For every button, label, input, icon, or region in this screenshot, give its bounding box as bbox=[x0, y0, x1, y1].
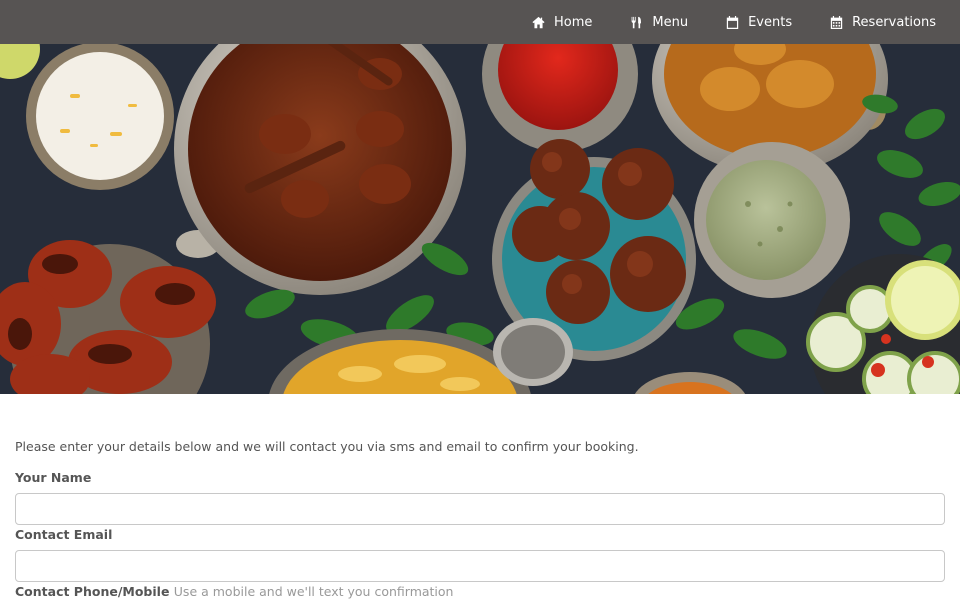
nav-menu-label: Menu bbox=[652, 14, 689, 30]
nav-home[interactable]: Home bbox=[532, 15, 592, 30]
home-icon bbox=[532, 16, 545, 28]
name-label: Your Name bbox=[15, 470, 92, 485]
hero-food-banner bbox=[0, 44, 960, 394]
hero-food-illustration bbox=[0, 44, 960, 394]
email-label: Contact Email bbox=[15, 527, 113, 542]
nav-events[interactable]: Events bbox=[726, 15, 792, 30]
utensils-icon bbox=[632, 16, 642, 28]
email-input[interactable] bbox=[15, 550, 945, 582]
name-input[interactable] bbox=[15, 493, 945, 525]
phone-label: Contact Phone/Mobile bbox=[15, 584, 170, 599]
phone-hint: Use a mobile and we'll text you confirma… bbox=[173, 584, 454, 599]
nav-reservations[interactable]: Reservations bbox=[830, 15, 936, 30]
reservation-form: Please enter your details below and we w… bbox=[15, 438, 945, 599]
nav-reservations-label: Reservations bbox=[852, 14, 936, 30]
nav-home-label: Home bbox=[553, 14, 593, 30]
phone-label-row: Contact Phone/Mobile Use a mobile and we… bbox=[15, 584, 453, 600]
form-intro-text: Please enter your details below and we w… bbox=[15, 439, 639, 454]
nav-events-label: Events bbox=[748, 14, 793, 30]
nav-menu[interactable]: Menu bbox=[630, 15, 688, 30]
calendar-icon bbox=[726, 15, 739, 29]
calendar-grid-icon bbox=[830, 15, 843, 29]
top-navigation-bar: Home Menu Events Reservations bbox=[0, 0, 960, 44]
